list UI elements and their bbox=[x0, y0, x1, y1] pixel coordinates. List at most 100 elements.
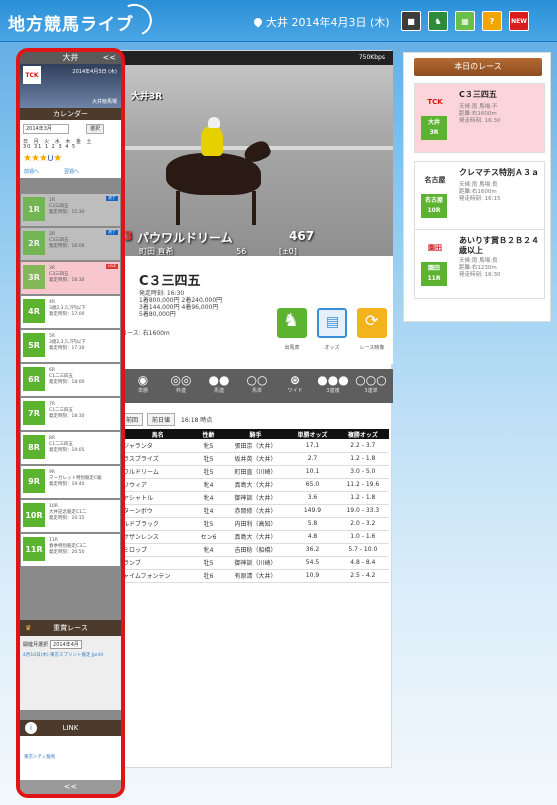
today-race-card[interactable]: TCK 大井 3R C３三四五 天候:雨 馬場:不 距離:右1600m 発走時刻: 16:3… bbox=[414, 83, 545, 153]
cell-place-odds: 2.0 - 3.2 bbox=[336, 517, 389, 531]
cell-place-odds: 4.8 - 8.4 bbox=[336, 556, 389, 570]
odds-timestamp: 16:18 時点 bbox=[181, 417, 213, 424]
site-logo[interactable]: 地方競馬ライブ bbox=[8, 10, 134, 35]
horseshoe-icon: ∪ bbox=[46, 153, 54, 164]
tab-prev-day[interactable]: 前日値 bbox=[147, 413, 176, 426]
sidebar-race-item[interactable]: 5R 5R 3歳2,3,5,7円以下 発走時刻：17:30 bbox=[21, 330, 120, 362]
bet-trifecta-tab[interactable]: ○○○ 3連単 bbox=[353, 373, 389, 394]
bet-win-tab[interactable]: ◉ 単勝 bbox=[125, 373, 161, 394]
odds-button[interactable]: ▤ bbox=[317, 308, 347, 338]
month-select[interactable]: 2014年3月 bbox=[23, 124, 69, 134]
race-card-start-time: 発走時刻: 16:30 bbox=[459, 272, 501, 278]
table-row[interactable]: ジャランタ 牝5 張田京（大井） 17.1 2.2 - 3.7 bbox=[121, 439, 389, 453]
venue-logo: 園田 bbox=[428, 244, 442, 252]
bet-quinella-tab[interactable]: ●● 馬連 bbox=[201, 373, 237, 394]
sidebar-race-item[interactable]: 2R 2R C3三四五 発走時刻：16:00 終了 bbox=[21, 228, 120, 260]
col-place-odds: 複勝オッズ bbox=[336, 429, 389, 439]
race-card-distance: 距離:右1600m bbox=[459, 189, 497, 195]
next-week-link[interactable]: 翌週へ bbox=[64, 168, 79, 175]
collapse-sidebar-button[interactable]: << bbox=[103, 52, 116, 64]
race-item-text: 10R 大井記念競走C1二 発走時刻：20:15 bbox=[49, 504, 105, 522]
race-number-badge: 1R bbox=[23, 197, 45, 221]
sidebar-race-item[interactable]: 3R 3R C3三四五 発走時刻：16:30 LIVE bbox=[21, 262, 120, 294]
table-row[interactable]: ミロップ 牝4 吉田稔（船橋） 36.2 5.7 - 10.0 bbox=[121, 543, 389, 557]
cell-place-odds: 5.7 - 10.0 bbox=[336, 543, 389, 557]
todays-races-header: 本日のレース bbox=[414, 58, 542, 76]
bet-exacta-tab[interactable]: ○○ 馬単 bbox=[239, 373, 275, 394]
race-number-badge: 8R bbox=[23, 435, 45, 459]
today-race-card[interactable]: 名古屋 名古屋 10R クレマチス特別Ａ３ａ 天候:雨 馬場:良 距離:右1600m 発走時… bbox=[414, 161, 545, 231]
chart-icon: ▤ bbox=[326, 314, 340, 330]
race-item-text: 5R 3歳2,3,5,7円以下 発走時刻：17:30 bbox=[49, 334, 105, 352]
table-row[interactable]: ターンボウ 牡4 赤岡修（大井） 149.9 19.0 - 33.3 bbox=[121, 504, 389, 518]
cell-win-odds: 2.7 bbox=[288, 452, 337, 466]
caption-horse-number: 3 bbox=[124, 229, 133, 243]
table-row[interactable]: ラスプライズ 牡5 坂井英（大井） 2.7 1.2 - 1.8 bbox=[121, 452, 389, 466]
entry-list-button[interactable]: ♞ bbox=[277, 308, 307, 338]
video-bitrate[interactable]: 750Kbps bbox=[121, 51, 393, 65]
sidebar-race-item[interactable]: 6R 6R C1二三四五 発走時刻：18:00 bbox=[21, 364, 120, 396]
table-row[interactable]: サザンレンス セン6 真島大（大井） 4.8 1.0 - 1.6 bbox=[121, 530, 389, 544]
table-row[interactable]: ャイムフォンテン 牡6 有原清（大井） 10.9 2.5 - 4.2 bbox=[121, 569, 389, 583]
sidebar-race-item[interactable]: 4R 4R 3歳2,3,5,7円以下 発走時刻：17:00 bbox=[21, 296, 120, 328]
horse-icon[interactable]: ♞ bbox=[428, 11, 448, 31]
prev-week-link[interactable]: 前週へ bbox=[24, 168, 39, 175]
table-row[interactable]: ワルドリーム 牡5 町田直（川崎） 10.1 3.0 - 5.0 bbox=[121, 465, 389, 479]
cell-horse-name: サザンレンス bbox=[121, 530, 195, 544]
bet-trio-tab[interactable]: ●●● 3連複 bbox=[315, 373, 351, 394]
graded-race-link[interactable]: 4月10日(木) 東京スプリント競走 JpnIII bbox=[23, 653, 118, 659]
sidebar-race-item[interactable]: 7R 7R C1二三四五 発走時刻：18:30 bbox=[21, 398, 120, 430]
film-icon[interactable]: ■ bbox=[401, 11, 421, 31]
sidebar-race-item[interactable]: 1R 1R C3三四五 発走時刻：15:30 終了 bbox=[21, 194, 120, 226]
race-item-text: 6R C1二三四五 発走時刻：18:00 bbox=[49, 368, 105, 386]
sidebar-race-item[interactable]: 8R 8R C1二三四五 発走時刻：19:05 bbox=[21, 432, 120, 464]
graded-races: ♛ 重賞レース 開催月選択 2014年4月 4月10日(木) 東京スプリント競走… bbox=[20, 620, 121, 710]
race-badge-number: 10R bbox=[427, 207, 441, 214]
month-select-button[interactable]: 選択 bbox=[86, 124, 104, 134]
sidebar-venue: 大井 bbox=[62, 53, 79, 62]
new-icon[interactable]: NEW bbox=[509, 11, 529, 31]
help-icon[interactable]: ? bbox=[482, 11, 502, 31]
cell-sex-age: 牡5 bbox=[194, 465, 223, 479]
odds-table: 馬名 性齢 騎手 単勝オッズ 複勝オッズ ジャランタ 牝5 張田京（大井） 17.1 2… bbox=[121, 429, 389, 583]
race-status-tag: 終了 bbox=[106, 230, 118, 235]
race-card-weather: 天候:雨 馬場:良 bbox=[459, 182, 498, 188]
cell-sex-age: 牝5 bbox=[194, 439, 223, 453]
race-card-weather: 天候:雨 馬場:良 bbox=[459, 258, 498, 264]
sidebar-footer-collapse[interactable]: << bbox=[20, 780, 121, 794]
race-item-line3: 発走時刻：16:00 bbox=[49, 244, 85, 249]
sidebar-race-item[interactable]: 10R 10R 大井記念競走C1二 発走時刻：20:15 bbox=[21, 500, 120, 532]
race-card-title: C３三四五 bbox=[459, 90, 497, 99]
race-badge: 名古屋 10R bbox=[421, 194, 447, 218]
graded-month-dropdown[interactable]: 2014年4月 bbox=[50, 640, 82, 649]
calendar-days[interactable]: 30 31 1 2 3 4 5 bbox=[23, 144, 76, 150]
table-row[interactable]: ヤシャトル 牝4 御神訓（大井） 3.6 1.2 - 1.8 bbox=[121, 491, 389, 505]
race-video-button[interactable]: ⟳ bbox=[357, 308, 387, 338]
table-row[interactable]: ランブ 牡5 御神訓（川崎） 54.5 4.8 - 8.4 bbox=[121, 556, 389, 570]
bet-bracket-tab[interactable]: ◎◎ 枠連 bbox=[163, 373, 199, 394]
table-row[interactable]: ルドブラック 牡5 内田利（高知） 5.8 2.0 - 3.2 bbox=[121, 517, 389, 531]
venue-logo: TCK bbox=[427, 98, 443, 106]
video-race-label: 大井3R bbox=[131, 92, 163, 102]
race-number-badge: 6R bbox=[23, 367, 45, 391]
cell-horse-name: ラスプライズ bbox=[121, 452, 195, 466]
table-row[interactable]: リウィア 牝4 真島大（大井） 65.0 11.2 - 19.6 bbox=[121, 478, 389, 492]
race-title: C３三四五 bbox=[139, 274, 201, 289]
cell-win-odds: 4.8 bbox=[288, 530, 337, 544]
cell-jockey: 真島大（大井） bbox=[222, 530, 289, 544]
map-icon[interactable]: ▦ bbox=[455, 11, 475, 31]
tokyo-city-keiba-link[interactable]: 東京シティ競馬 bbox=[24, 754, 117, 760]
bet-wide-tab[interactable]: ⊛ ワイド bbox=[277, 373, 313, 394]
today-race-card[interactable]: 園田 園田 11R あいりす賞Ｂ２Ｂ２４歳以上 天候:雨 馬場:良 距離:右1230m 発走… bbox=[414, 229, 545, 299]
cell-jockey: 御神訓（大井） bbox=[222, 491, 289, 505]
bet-type-bar: ◉ 単勝 ◎◎ 枠連 ●● 馬連 ○○ 馬単 ⊛ ワイド ●●● 3連複 ○○○ 3連単 bbox=[121, 369, 393, 403]
cell-jockey: 内田利（高知） bbox=[222, 517, 289, 531]
sidebar-race-item[interactable]: 9R 9R マーガレット特別競走C級 発走時刻：19:40 bbox=[21, 466, 120, 498]
col-sex-age: 性齢 bbox=[194, 429, 223, 439]
video-player[interactable]: 750Kbps 大井3R 3 パウワルドリーム 467 町田 直希 56 [±0… bbox=[121, 51, 393, 256]
race-number-badge: 11R bbox=[23, 537, 45, 561]
cell-sex-age: 牡5 bbox=[194, 452, 223, 466]
sidebar-race-item[interactable]: 11R 11R 春季特別競走C3二 発走時刻：20:50 bbox=[21, 534, 120, 566]
cell-place-odds: 11.2 - 19.6 bbox=[336, 478, 389, 492]
race-badge: 大井 3R bbox=[421, 116, 447, 140]
